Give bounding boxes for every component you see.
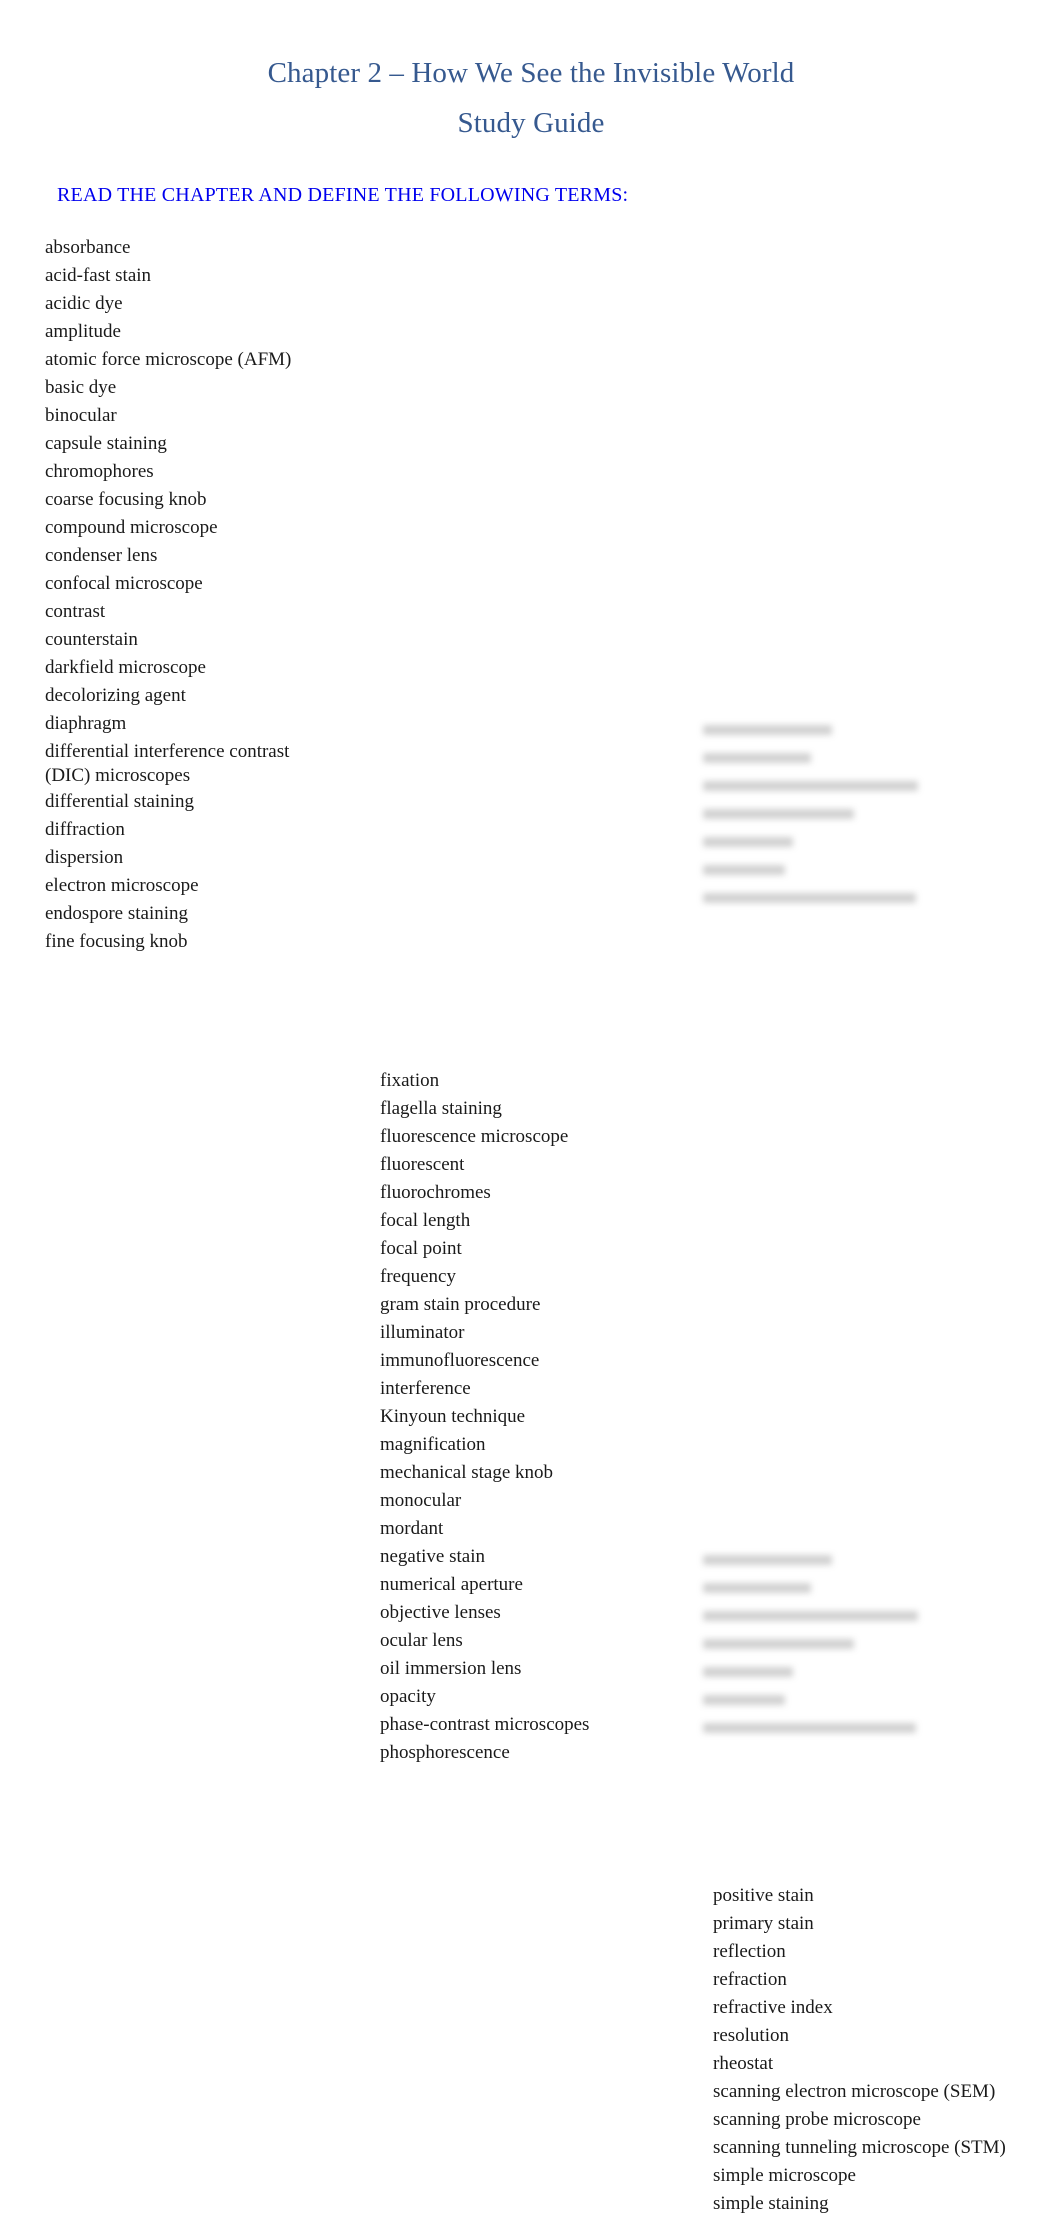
redacted-text-line bbox=[703, 1611, 918, 1621]
redacted-text-line bbox=[703, 1555, 832, 1565]
term-item: fluorescence microscope bbox=[380, 1126, 569, 1147]
term-item: capsule staining bbox=[45, 433, 167, 454]
term-list-column-1: absorbance acid-fast stain acidic dye ampli… bbox=[45, 234, 291, 956]
term-item: magnification bbox=[380, 1434, 486, 1455]
term-item: phase-contrast microscopes bbox=[380, 1714, 590, 1735]
term-item: contrast bbox=[45, 601, 106, 622]
redacted-text-line bbox=[703, 781, 918, 791]
term-item: flagella staining bbox=[380, 1098, 502, 1119]
redacted-text-line bbox=[703, 1639, 854, 1649]
document-page: Chapter 2 – How We See the Invisible Wor… bbox=[0, 0, 1062, 2214]
term-item: acid-fast stain bbox=[45, 265, 152, 286]
term-list-column-2: fixation flagella staining fluorescence mi… bbox=[380, 1067, 589, 1767]
term-item: immunofluorescence bbox=[380, 1350, 540, 1371]
term-item: primary stain bbox=[713, 1913, 814, 1934]
term-item: positive stain bbox=[713, 1885, 814, 1906]
term-item: fine focusing knob bbox=[45, 931, 188, 952]
term-item: scanning probe microscope bbox=[713, 2109, 921, 2130]
term-item: monocular bbox=[380, 1490, 462, 1511]
term-item: rheostat bbox=[713, 2053, 774, 2074]
redacted-text-line bbox=[703, 1695, 785, 1705]
term-item: differential staining bbox=[45, 791, 194, 812]
term-item: numerical aperture bbox=[380, 1574, 523, 1595]
term-item: (DIC) microscopes bbox=[45, 765, 191, 786]
term-item: resolution bbox=[713, 2025, 789, 2046]
page-title: Chapter 2 – How We See the Invisible Wor… bbox=[267, 57, 795, 89]
redacted-text-block-2 bbox=[703, 1555, 918, 1751]
term-item: refraction bbox=[713, 1969, 787, 1990]
instruction-heading: READ THE CHAPTER AND DEFINE THE FOLLOWIN… bbox=[57, 184, 629, 206]
term-item: diffraction bbox=[45, 819, 125, 840]
term-list-column-3: positive stain primary stain reflection ref… bbox=[713, 1882, 1006, 2218]
term-item: decolorizing agent bbox=[45, 685, 186, 706]
term-item: electron microscope bbox=[45, 875, 199, 896]
term-item: refractive index bbox=[713, 1997, 833, 2018]
redacted-text-line bbox=[703, 865, 785, 875]
term-item: confocal microscope bbox=[45, 573, 203, 594]
term-item: fluorescent bbox=[380, 1154, 465, 1175]
term-item: mechanical stage knob bbox=[380, 1462, 554, 1483]
redacted-text-line bbox=[703, 809, 854, 819]
redacted-text-block-1 bbox=[703, 725, 918, 921]
term-item: focal length bbox=[380, 1210, 471, 1231]
term-item: frequency bbox=[380, 1266, 456, 1287]
page-subtitle: Study Guide bbox=[457, 107, 605, 139]
term-item: differential interference contrast bbox=[45, 741, 290, 762]
term-item: fluorochromes bbox=[380, 1182, 491, 1203]
term-item: illuminator bbox=[380, 1322, 465, 1343]
term-item: amplitude bbox=[45, 321, 121, 342]
term-item: simple staining bbox=[713, 2193, 829, 2214]
redacted-text-line bbox=[703, 1667, 794, 1677]
term-item: opacity bbox=[380, 1686, 436, 1707]
term-item: interference bbox=[380, 1378, 471, 1399]
redacted-text-line bbox=[703, 1723, 916, 1733]
term-item: absorbance bbox=[45, 237, 131, 258]
term-item: mordant bbox=[380, 1518, 444, 1539]
term-item: ocular lens bbox=[380, 1630, 463, 1651]
term-item: condenser lens bbox=[45, 545, 158, 566]
term-item: oil immersion lens bbox=[380, 1658, 522, 1679]
redacted-text-line bbox=[703, 1583, 811, 1593]
term-item: binocular bbox=[45, 405, 117, 426]
redacted-text-line bbox=[703, 753, 811, 763]
term-item: compound microscope bbox=[45, 517, 218, 538]
redacted-text-line bbox=[703, 725, 832, 735]
term-item: Kinyoun technique bbox=[380, 1406, 526, 1427]
term-item: coarse focusing knob bbox=[45, 489, 207, 510]
term-item: phosphorescence bbox=[380, 1742, 510, 1763]
redacted-text-line bbox=[703, 893, 916, 903]
term-item: atomic force microscope (AFM) bbox=[45, 349, 292, 370]
term-item: scanning tunneling microscope (STM) bbox=[713, 2137, 1006, 2158]
term-item: diaphragm bbox=[45, 713, 127, 734]
term-item: acidic dye bbox=[45, 293, 123, 314]
term-item: negative stain bbox=[380, 1546, 485, 1567]
redacted-text-line bbox=[703, 837, 794, 847]
term-item: scanning electron microscope (SEM) bbox=[713, 2081, 996, 2102]
term-item: simple microscope bbox=[713, 2165, 856, 2186]
term-item: focal point bbox=[380, 1238, 462, 1259]
term-item: counterstain bbox=[45, 629, 138, 650]
term-item: chromophores bbox=[45, 461, 154, 482]
term-item: darkfield microscope bbox=[45, 657, 206, 678]
term-item: basic dye bbox=[45, 377, 117, 398]
term-item: dispersion bbox=[45, 847, 124, 868]
term-item: endospore staining bbox=[45, 903, 189, 924]
term-item: reflection bbox=[713, 1941, 786, 1962]
term-item: objective lenses bbox=[380, 1602, 501, 1623]
term-item: gram stain procedure bbox=[380, 1294, 541, 1315]
term-item: fixation bbox=[380, 1070, 440, 1091]
